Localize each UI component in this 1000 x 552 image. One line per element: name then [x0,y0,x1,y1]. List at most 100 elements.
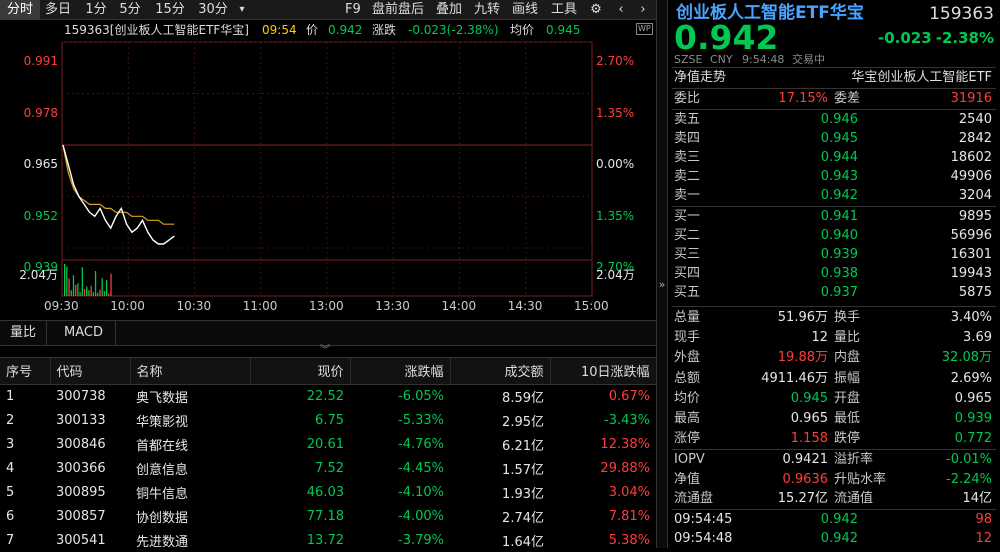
panel-divider[interactable]: » [656,0,668,548]
change-pct: -4.76% [398,436,444,452]
change-pct: -6.05% [398,388,444,404]
stock-code: 300541 [56,532,106,548]
overlay-button[interactable]: 叠加 [436,0,462,20]
column-header[interactable]: 现价 [250,358,351,385]
turnover: 2.95亿 [502,414,544,430]
tab-multi-day[interactable]: 多日 [42,0,74,20]
ask-price: 0.944 [820,150,858,165]
period-toolbar: 分时 多日 1分 5分 15分 30分 ▾ F9 盘前盘后 叠加 九转 画线 工… [0,0,656,20]
bid-volume: 56996 [950,228,992,243]
table-row[interactable]: 6 300857 协创数据 77.18 -4.00% 2.74亿 7.81% [0,504,656,528]
bid-label: 买四 [674,266,701,281]
table-row[interactable]: 4 300366 创意信息 7.52 -4.45% 1.57亿 29.88% [0,456,656,480]
tab-15min[interactable]: 15分 [154,0,186,20]
chart-info-chg: -0.023(-2.38%) [408,23,499,37]
settings-gear-icon[interactable]: ⚙ [586,0,606,20]
change-10d: 3.04% [608,484,650,500]
pre-post-market-button[interactable]: 盘前盘后 [372,0,424,20]
stat-value: 3.40% [950,310,992,325]
turnover: 8.59亿 [502,390,544,406]
change-10d: 29.88% [600,460,650,476]
chart-info-name: 159363[创业板人工智能ETF华宝] [64,23,249,37]
volume-bar [110,273,112,296]
draw-line-button[interactable]: 画线 [512,0,538,20]
row-index: 1 [6,388,15,404]
tab-volume-ratio[interactable]: 量比 [0,321,48,345]
current-price: 6.75 [315,412,344,428]
chevron-left-icon[interactable]: ‹ [612,0,630,20]
table-row[interactable]: 2 300133 华策影视 6.75 -5.33% 2.95亿 -3.43% [0,408,656,432]
stat-label: 现手 [674,330,701,346]
y-tick-right: 2.70% [596,54,635,68]
tab-1min[interactable]: 1分 [84,0,108,20]
column-header[interactable]: 涨跌幅 [350,358,451,385]
fund-stat-value: 0.9421 [782,452,829,467]
bid-price: 0.938 [820,266,858,281]
column-header[interactable]: 10日涨跌幅 [550,358,657,385]
change-10d: 12.38% [600,436,650,452]
stat-value: 0.945 [790,390,828,406]
table-row[interactable]: 3 300846 首都在线 20.61 -4.76% 6.21亿 12.38% [0,432,656,456]
tools-button[interactable]: 工具 [551,0,577,20]
column-header[interactable]: 序号 [0,358,51,385]
tab-30min[interactable]: 30分 [196,0,230,20]
stat-value: 2.69% [950,370,992,386]
nine-turn-button[interactable]: 九转 [474,0,500,20]
x-tick: 13:30 [375,299,410,313]
tab-macd[interactable]: MACD [52,321,116,345]
tick-volume: 12 [975,531,992,546]
stat-label: 均价 [674,390,701,406]
wp-icon[interactable]: WP [636,23,653,35]
chevron-double-right-icon[interactable]: » [657,278,667,291]
stat-label: 振幅 [834,370,861,386]
ask-volume: 2540 [958,112,992,127]
column-header[interactable]: 成交额 [450,358,551,385]
volume-bar [66,266,68,296]
stat-label: 外盘 [674,350,701,366]
volume-bar [72,275,75,296]
bid-price: 0.939 [820,247,858,262]
change-pct: -4.10% [398,484,444,500]
chevron-double-down-icon[interactable]: ︾ [320,346,330,356]
turnover: 1.57亿 [502,462,544,478]
ask-volume: 18602 [950,150,992,165]
stock-name: 创意信息 [136,462,189,478]
ask-volume: 3204 [958,188,992,203]
current-price: 7.52 [315,460,344,476]
stock-ranking-table: 序号 代码 名称 现价 涨跌幅 成交额 10日涨跌幅 1 300738 奥飞数据 22.52 -6.… [0,357,657,550]
intraday-chart[interactable]: 159363[创业板人工智能ETF华宝] 09:54 价 0.942 涨跌 -0… [0,20,656,318]
table-row[interactable]: 5 300895 铜牛信息 46.03 -4.10% 1.93亿 3.04% [0,480,656,504]
table-row[interactable]: 7 300541 先进数通 13.72 -3.79% 1.64亿 5.38% [0,528,656,552]
stat-label: 最高 [674,411,701,426]
column-header[interactable]: 名称 [130,358,251,385]
fund-stat-label: IOPV [674,452,705,467]
stat-value: 19.88万 [777,350,828,366]
stat-value: 0.939 [954,411,992,426]
volume-bar [105,280,108,296]
price-change: -0.023 [878,29,932,47]
tick-time: 09:54:48 [674,531,733,546]
nav-trend-label[interactable]: 净值走势 [674,68,726,88]
table-row[interactable]: 1 300738 奥飞数据 22.52 -6.05% 8.59亿 0.67% [0,384,656,408]
chevron-down-icon[interactable]: ▾ [236,0,248,20]
volume-bar [86,286,88,296]
current-price: 77.18 [306,508,344,524]
ask-price: 0.943 [820,169,858,184]
chart-info-avg-label: 均价 [510,23,535,37]
stock-name: 奥飞数据 [136,390,189,406]
bid-price: 0.941 [820,209,858,224]
volume-bar [64,264,66,296]
stat-value: 4911.46万 [761,370,828,386]
chevron-right-icon[interactable]: › [634,0,652,20]
volume-bar [75,284,77,296]
ask-price: 0.945 [820,131,858,146]
chart-info-avg: 0.945 [546,23,581,37]
ask-price: 0.946 [820,112,858,127]
ask-label: 卖五 [674,112,701,127]
y-tick-left: 0.978 [23,105,58,120]
tab-timeshare[interactable]: 分时 [0,0,40,20]
f9-button[interactable]: F9 [345,0,361,20]
fund-stat-value: -0.01% [946,452,992,467]
column-header[interactable]: 代码 [50,358,131,385]
tab-5min[interactable]: 5分 [118,0,142,20]
